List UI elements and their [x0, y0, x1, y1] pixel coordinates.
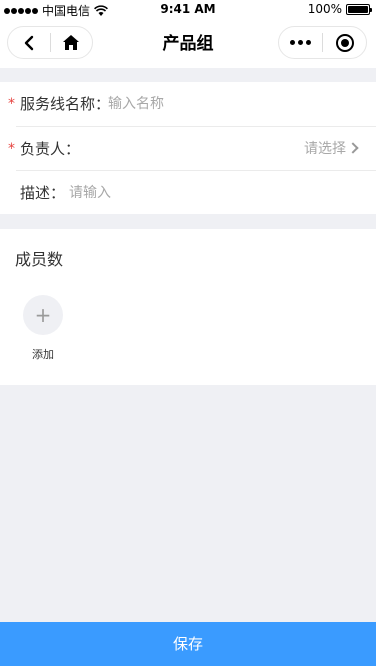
- close-miniprogram-button[interactable]: [323, 27, 366, 58]
- nav-capsule-right: [278, 26, 367, 59]
- owner-picker-value[interactable]: 请选择: [304, 127, 346, 171]
- more-button[interactable]: [279, 27, 322, 58]
- save-button[interactable]: 保存: [0, 622, 376, 666]
- owner-label: 负责人：: [20, 140, 81, 158]
- status-right: 100%: [307, 2, 372, 16]
- plus-icon: +: [34, 303, 52, 327]
- form-card: * 服务线名称： * 负责人： 请选择 描述：: [0, 82, 376, 214]
- nav-capsule-left: [7, 26, 93, 59]
- owner-row[interactable]: * 负责人： 请选择: [0, 127, 376, 171]
- home-icon: [63, 35, 80, 50]
- nav-bar: 产品组: [0, 20, 376, 68]
- required-mark: *: [8, 96, 15, 112]
- service-name-input[interactable]: [108, 94, 358, 114]
- description-input[interactable]: [69, 183, 319, 203]
- battery-fill: [348, 5, 368, 13]
- battery-icon: [346, 3, 372, 15]
- chevron-right-icon: [347, 142, 359, 154]
- status-bar: 中国电信 9:41 AM 100%: [0, 0, 376, 20]
- battery-percent: 100%: [307, 2, 342, 16]
- members-title: 成员数: [15, 250, 64, 269]
- service-name-label: 服务线名称：: [20, 95, 111, 113]
- required-mark: *: [8, 141, 15, 157]
- description-label: 描述：: [20, 184, 66, 202]
- members-card: 成员数 + 添加: [0, 229, 376, 385]
- description-row: 描述：: [0, 171, 376, 215]
- add-member-button[interactable]: +: [23, 295, 63, 335]
- service-name-row: * 服务线名称：: [0, 82, 376, 126]
- target-icon: [335, 33, 354, 52]
- home-button[interactable]: [50, 27, 92, 58]
- back-button[interactable]: [8, 27, 50, 58]
- more-icon: [290, 40, 311, 45]
- back-icon: [24, 35, 33, 50]
- add-member-label: 添加: [32, 348, 54, 361]
